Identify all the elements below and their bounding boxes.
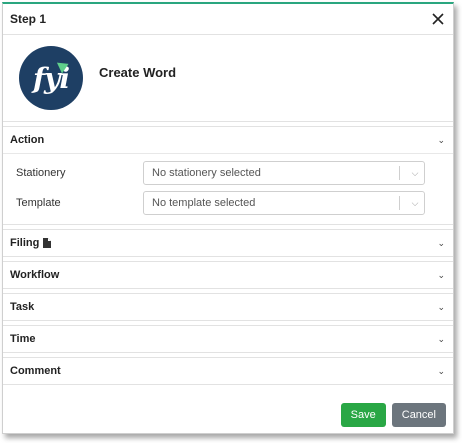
template-row: Template No template selected ⌵ xyxy=(3,188,453,218)
section-task: Task ⌄ xyxy=(3,293,453,321)
section-workflow-header[interactable]: Workflow ⌄ xyxy=(3,262,453,288)
close-icon[interactable] xyxy=(431,12,445,26)
select-separator xyxy=(399,166,400,180)
section-task-label: Task xyxy=(10,301,35,313)
section-comment: Comment ⌄ xyxy=(3,357,453,385)
template-select[interactable]: No template selected ⌵ xyxy=(143,191,425,215)
dialog-header: Step 1 xyxy=(3,4,453,35)
chevron-down-icon: ⌄ xyxy=(437,237,445,248)
section-task-header[interactable]: Task ⌄ xyxy=(3,294,453,320)
section-action-label: Action xyxy=(10,134,45,146)
fyi-logo: fyi xyxy=(19,46,83,110)
chevron-down-icon: ⌄ xyxy=(437,365,445,376)
section-filing-header[interactable]: Filing ⌄ xyxy=(3,230,453,256)
stationery-select[interactable]: No stationery selected ⌵ xyxy=(143,161,425,185)
cancel-button[interactable]: Cancel xyxy=(391,403,446,427)
template-label: Template xyxy=(16,197,61,209)
section-filing-label-wrap: Filing xyxy=(10,237,52,249)
template-value: No template selected xyxy=(152,197,256,209)
section-time-label: Time xyxy=(10,333,36,345)
section-filing: Filing ⌄ xyxy=(3,229,453,257)
action-body: Stationery No stationery selected ⌵ Temp… xyxy=(3,153,453,224)
chevron-down-icon: ⌄ xyxy=(437,134,445,145)
section-workflow: Workflow ⌄ xyxy=(3,261,453,289)
section-time: Time ⌄ xyxy=(3,325,453,353)
stationery-value: No stationery selected xyxy=(152,167,261,179)
section-time-header[interactable]: Time ⌄ xyxy=(3,326,453,352)
section-workflow-label: Workflow xyxy=(10,269,60,281)
section-comment-header[interactable]: Comment ⌄ xyxy=(3,358,453,384)
chevron-down-icon: ⌄ xyxy=(437,301,445,312)
document-name: Create Word xyxy=(99,64,177,80)
dialog-footer: Save Cancel xyxy=(3,397,453,433)
chevron-down-icon: ⌵ xyxy=(411,197,419,208)
section-comment-label: Comment xyxy=(10,365,61,377)
section-action-header[interactable]: Action ⌄ xyxy=(3,127,453,153)
chevron-down-icon: ⌄ xyxy=(437,269,445,280)
dialog-title: Step 1 xyxy=(10,12,47,26)
section-filing-label: Filing xyxy=(10,237,40,249)
save-button[interactable]: Save xyxy=(340,403,386,427)
step-dialog: Step 1 fyi Create Word Action ⌄ Statione… xyxy=(2,2,454,434)
section-action: Action ⌄ Stationery No stationery select… xyxy=(3,126,453,225)
select-separator xyxy=(399,196,400,210)
document-header: fyi Create Word xyxy=(3,35,453,122)
stationery-row: Stationery No stationery selected ⌵ xyxy=(3,158,453,188)
chevron-down-icon: ⌵ xyxy=(411,167,419,178)
chevron-down-icon: ⌄ xyxy=(437,333,445,344)
stationery-label: Stationery xyxy=(16,167,66,179)
file-icon xyxy=(43,238,52,248)
